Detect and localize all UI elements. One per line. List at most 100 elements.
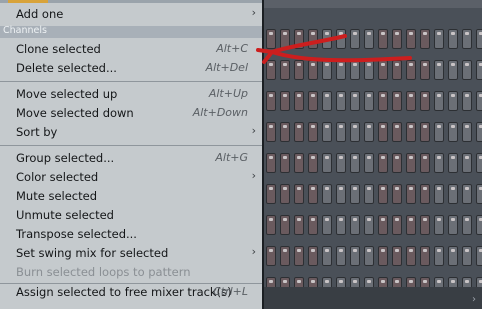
step-button[interactable] [308, 153, 318, 173]
step-button[interactable] [280, 122, 290, 142]
step-button[interactable] [308, 122, 318, 142]
step-button[interactable] [476, 246, 482, 266]
step-button[interactable] [294, 153, 304, 173]
step-button[interactable] [476, 215, 482, 235]
step-button[interactable] [378, 91, 388, 111]
step-button[interactable] [266, 91, 276, 111]
step-button[interactable] [420, 91, 430, 111]
step-button[interactable] [434, 122, 444, 142]
step-button[interactable] [406, 246, 416, 266]
step-button[interactable] [378, 184, 388, 204]
step-button[interactable] [266, 215, 276, 235]
step-button[interactable] [280, 215, 290, 235]
step-button[interactable] [406, 215, 416, 235]
step-button[interactable] [434, 60, 444, 80]
step-button[interactable] [392, 246, 402, 266]
step-button[interactable] [420, 153, 430, 173]
step-button[interactable] [406, 122, 416, 142]
step-button[interactable] [322, 91, 332, 111]
step-button[interactable] [308, 184, 318, 204]
step-button[interactable] [392, 153, 402, 173]
step-button[interactable] [350, 91, 360, 111]
step-button[interactable] [336, 91, 346, 111]
step-button[interactable] [336, 122, 346, 142]
step-button[interactable] [448, 215, 458, 235]
step-button[interactable] [336, 246, 346, 266]
step-button[interactable] [322, 215, 332, 235]
step-button[interactable] [364, 215, 374, 235]
step-button[interactable] [420, 122, 430, 142]
step-button[interactable] [462, 29, 472, 49]
step-button[interactable] [336, 153, 346, 173]
step-button[interactable] [350, 215, 360, 235]
step-button[interactable] [462, 153, 472, 173]
menu-item-assign-mixer-tracks[interactable]: Assign selected to free mixer track(s) C… [0, 283, 262, 302]
step-button[interactable] [448, 91, 458, 111]
step-button[interactable] [266, 153, 276, 173]
step-button[interactable] [434, 91, 444, 111]
step-button[interactable] [476, 29, 482, 49]
step-button[interactable] [294, 215, 304, 235]
step-button[interactable] [266, 246, 276, 266]
step-button[interactable] [420, 29, 430, 49]
step-button[interactable] [462, 184, 472, 204]
step-button[interactable] [448, 29, 458, 49]
step-button[interactable] [434, 246, 444, 266]
step-button[interactable] [406, 153, 416, 173]
step-button[interactable] [392, 184, 402, 204]
step-button[interactable] [322, 122, 332, 142]
step-button[interactable] [392, 91, 402, 111]
step-button[interactable] [476, 60, 482, 80]
menu-item-unmute-selected[interactable]: Unmute selected [0, 206, 262, 225]
step-button[interactable] [420, 246, 430, 266]
step-button[interactable] [294, 246, 304, 266]
step-button[interactable] [420, 60, 430, 80]
step-button[interactable] [420, 184, 430, 204]
step-button[interactable] [308, 91, 318, 111]
step-button[interactable] [280, 153, 290, 173]
step-button[interactable] [462, 60, 472, 80]
step-button[interactable] [462, 215, 472, 235]
step-button[interactable] [350, 153, 360, 173]
step-button[interactable] [336, 184, 346, 204]
step-button[interactable] [476, 122, 482, 142]
step-button[interactable] [364, 153, 374, 173]
step-button[interactable] [364, 246, 374, 266]
step-button[interactable] [322, 184, 332, 204]
step-button[interactable] [434, 215, 444, 235]
menu-item-add-one[interactable]: Add one › [0, 5, 262, 24]
step-button[interactable] [476, 91, 482, 111]
menu-item-group-selected[interactable]: Group selected... Alt+G [0, 149, 262, 168]
step-button[interactable] [350, 246, 360, 266]
step-button[interactable] [406, 184, 416, 204]
step-button[interactable] [434, 153, 444, 173]
step-button[interactable] [378, 246, 388, 266]
step-button[interactable] [308, 246, 318, 266]
step-button[interactable] [364, 122, 374, 142]
step-button[interactable] [462, 91, 472, 111]
step-button[interactable] [406, 91, 416, 111]
step-button[interactable] [322, 246, 332, 266]
step-button[interactable] [462, 122, 472, 142]
menu-item-move-selected-down[interactable]: Move selected down Alt+Down [0, 104, 262, 123]
step-button[interactable] [280, 184, 290, 204]
menu-item-delete-selected[interactable]: Delete selected... Alt+Del [0, 59, 262, 78]
step-button[interactable] [350, 184, 360, 204]
step-button[interactable] [448, 122, 458, 142]
step-button[interactable] [364, 91, 374, 111]
step-button[interactable] [420, 215, 430, 235]
step-button[interactable] [462, 246, 472, 266]
step-button[interactable] [294, 122, 304, 142]
step-button[interactable] [434, 184, 444, 204]
step-button[interactable] [476, 153, 482, 173]
step-button[interactable] [336, 215, 346, 235]
scroll-right-icon[interactable]: › [472, 294, 476, 305]
step-button[interactable] [448, 246, 458, 266]
menu-item-color-selected[interactable]: Color selected › [0, 168, 262, 187]
step-button[interactable] [350, 122, 360, 142]
step-button[interactable] [294, 91, 304, 111]
step-button[interactable] [364, 184, 374, 204]
step-button[interactable] [266, 184, 276, 204]
step-button[interactable] [280, 246, 290, 266]
step-button[interactable] [392, 215, 402, 235]
